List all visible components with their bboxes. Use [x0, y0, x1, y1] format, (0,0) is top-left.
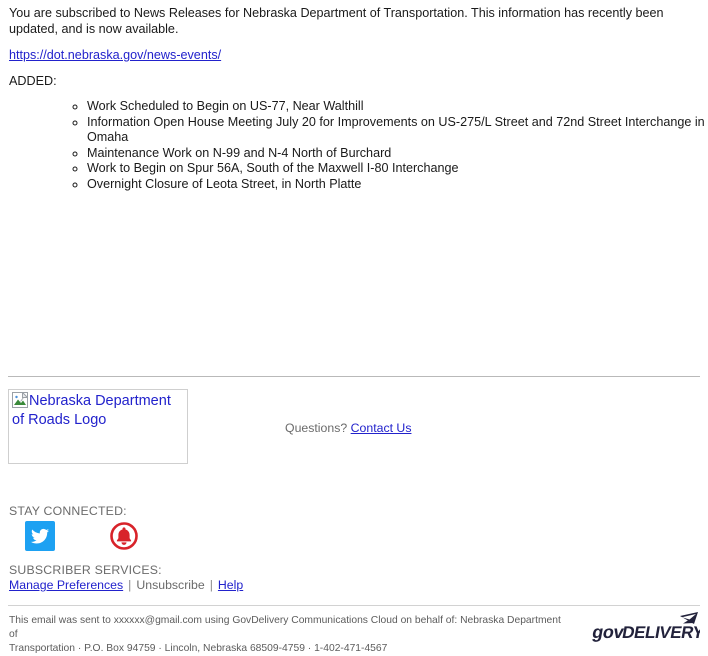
broken-image-icon — [12, 391, 29, 408]
social-icon-spacer — [59, 533, 104, 534]
footer-line-2: Transportation · P.O. Box 94759 · Lincol… — [9, 643, 388, 654]
contact-us-link[interactable]: Contact Us — [351, 421, 412, 435]
subscriber-services-links: Manage Preferences | Unsubscribe | Help — [9, 578, 243, 592]
svg-text:DELIVERY: DELIVERY — [621, 622, 700, 642]
intro-paragraph: You are subscribed to News Releases for … — [9, 6, 664, 36]
list-item: Overnight Closure of Leota Street, in No… — [87, 177, 707, 193]
list-item: Work to Begin on Spur 56A, South of the … — [87, 161, 707, 177]
content-divider — [8, 376, 700, 377]
footer-line-1: This email was sent to xxxxxx@gmail.com … — [9, 615, 561, 640]
link-separator: | — [209, 578, 213, 592]
svg-text:gov: gov — [591, 622, 626, 642]
twitter-icon[interactable] — [25, 521, 55, 551]
govdelivery-bell-icon[interactable] — [109, 521, 139, 551]
govdelivery-logo: gov DELIVERY — [588, 612, 706, 646]
subscriber-services-label: SUBSCRIBER SERVICES: — [9, 563, 162, 577]
list-item: Information Open House Meeting July 20 f… — [87, 115, 707, 146]
footer-divider — [8, 605, 700, 606]
social-icon-row — [25, 521, 139, 551]
list-item: Maintenance Work on N-99 and N-4 North o… — [87, 146, 707, 162]
questions-row: Questions? Contact Us — [285, 420, 411, 436]
footer-address-text: This email was sent to xxxxxx@gmail.com … — [9, 614, 569, 656]
news-events-link-row: https://dot.nebraska.gov/news-events/ — [9, 47, 221, 63]
email-intro-text: You are subscribed to News Releases for … — [9, 5, 699, 37]
questions-label: Questions? — [285, 421, 348, 435]
agency-logo-broken-image[interactable]: Nebraska Department of Roads Logo — [8, 389, 188, 464]
stay-connected-label: STAY CONNECTED: — [9, 504, 127, 518]
list-item: Work Scheduled to Begin on US-77, Near W… — [87, 99, 707, 115]
link-separator: | — [128, 578, 132, 592]
unsubscribe-text[interactable]: Unsubscribe — [136, 578, 204, 592]
news-release-list: Work Scheduled to Begin on US-77, Near W… — [59, 99, 707, 192]
agency-logo-alt-text: Nebraska Department of Roads Logo — [12, 393, 171, 428]
added-label: ADDED: — [9, 74, 57, 88]
manage-preferences-link[interactable]: Manage Preferences — [9, 578, 123, 592]
news-events-link[interactable]: https://dot.nebraska.gov/news-events/ — [9, 48, 221, 62]
help-link[interactable]: Help — [218, 578, 243, 592]
